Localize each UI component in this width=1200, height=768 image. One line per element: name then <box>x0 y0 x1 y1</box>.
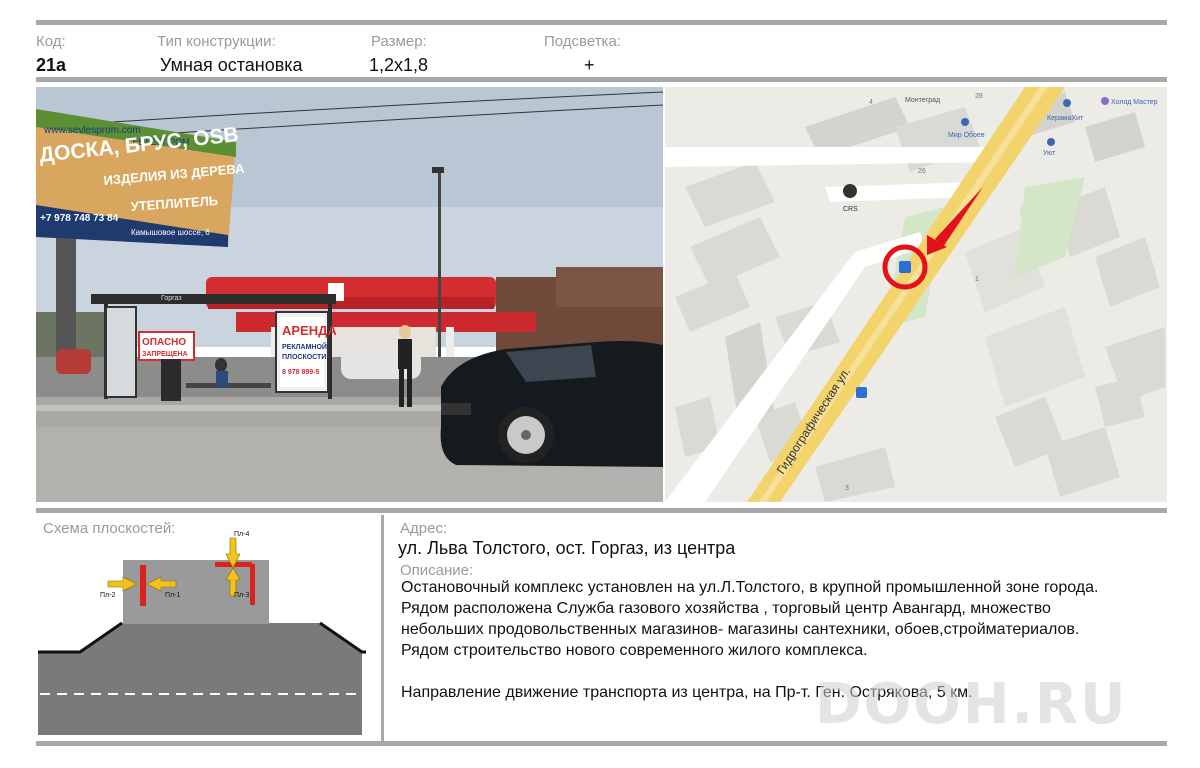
description-line-0: Остановочный комплекс установлен на ул.Л… <box>401 579 1099 596</box>
plane-label-3: Пл-3 <box>234 592 249 599</box>
ad-phone: 8 978 899-5 <box>282 369 319 376</box>
shelter-name: Горгаз <box>161 295 182 302</box>
plane-label-4: Пл-4 <box>234 531 249 538</box>
light-value: + <box>584 55 595 75</box>
map-number-0: 4 <box>869 99 873 106</box>
ad-sub1: РЕКЛАМНОЙ <box>282 342 327 351</box>
billboard-address: Камышовое шоссе, 6 <box>131 228 210 237</box>
planes-scheme: Пл-1 Пл-2 Пл-3 Пл-4 <box>38 531 366 735</box>
ad-sub2: ПЛОСКОСТИ <box>282 354 326 361</box>
plane-label-2: Пл-2 <box>100 592 115 599</box>
code-label: Код: <box>36 33 66 50</box>
size-value: 1,2х1,8 <box>369 55 429 75</box>
location-photo: www.sevlesprom.com СЕВЛЕСПРОМ ДОСКА, БРУ… <box>36 87 663 502</box>
address-label: Адрес: <box>400 520 448 537</box>
map-label-1: Мир Обоев <box>948 131 985 139</box>
mid-divider <box>36 508 1167 513</box>
light-label: Подсветка: <box>544 33 621 50</box>
description-line-2: небольших продовольственных магазинов- м… <box>401 621 1080 638</box>
map-number-1: 28 <box>975 93 983 100</box>
danger-sign-1: ОПАСНО <box>142 337 186 348</box>
top-divider <box>36 20 1167 25</box>
map-label-5: CRS <box>843 206 858 213</box>
type-label: Тип конструкции: <box>157 33 276 50</box>
type-value: Умная остановка <box>160 55 303 75</box>
plane-label-1: Пл-1 <box>165 592 180 599</box>
map-number-4: 3 <box>845 485 849 492</box>
header-divider <box>36 77 1167 82</box>
code-value: 21а <box>36 55 67 75</box>
map-label-0: Монтеград <box>905 97 940 104</box>
address-value: ул. Льва Толстого, ост. Горгаз, из центр… <box>398 538 736 558</box>
map-label-3: Уют <box>1043 150 1056 157</box>
ad-text: АРЕНДА <box>282 323 337 338</box>
map-number-2: 26 <box>918 168 926 175</box>
bottom-divider <box>36 741 1167 746</box>
map-label-2: КерамаХит <box>1047 115 1084 122</box>
description-line-1: Рядом расположена Служба газового хозяйс… <box>401 600 1051 617</box>
location-map: Монтеград Мир Обоев КерамаХит Уют Холод … <box>665 87 1167 502</box>
section-divider <box>381 515 384 743</box>
map-number-3: 1 <box>975 276 979 283</box>
danger-sign-2: ЗАПРЕЩЕНА <box>142 351 188 358</box>
watermark: DOOH.RU <box>815 672 1128 737</box>
size-label: Размер: <box>371 33 427 50</box>
description-line-3: Рядом строительство нового современного … <box>401 642 868 659</box>
map-label-4: Холод Мастер <box>1111 99 1158 106</box>
billboard-phone: +7 978 748 73 84 <box>40 213 119 224</box>
